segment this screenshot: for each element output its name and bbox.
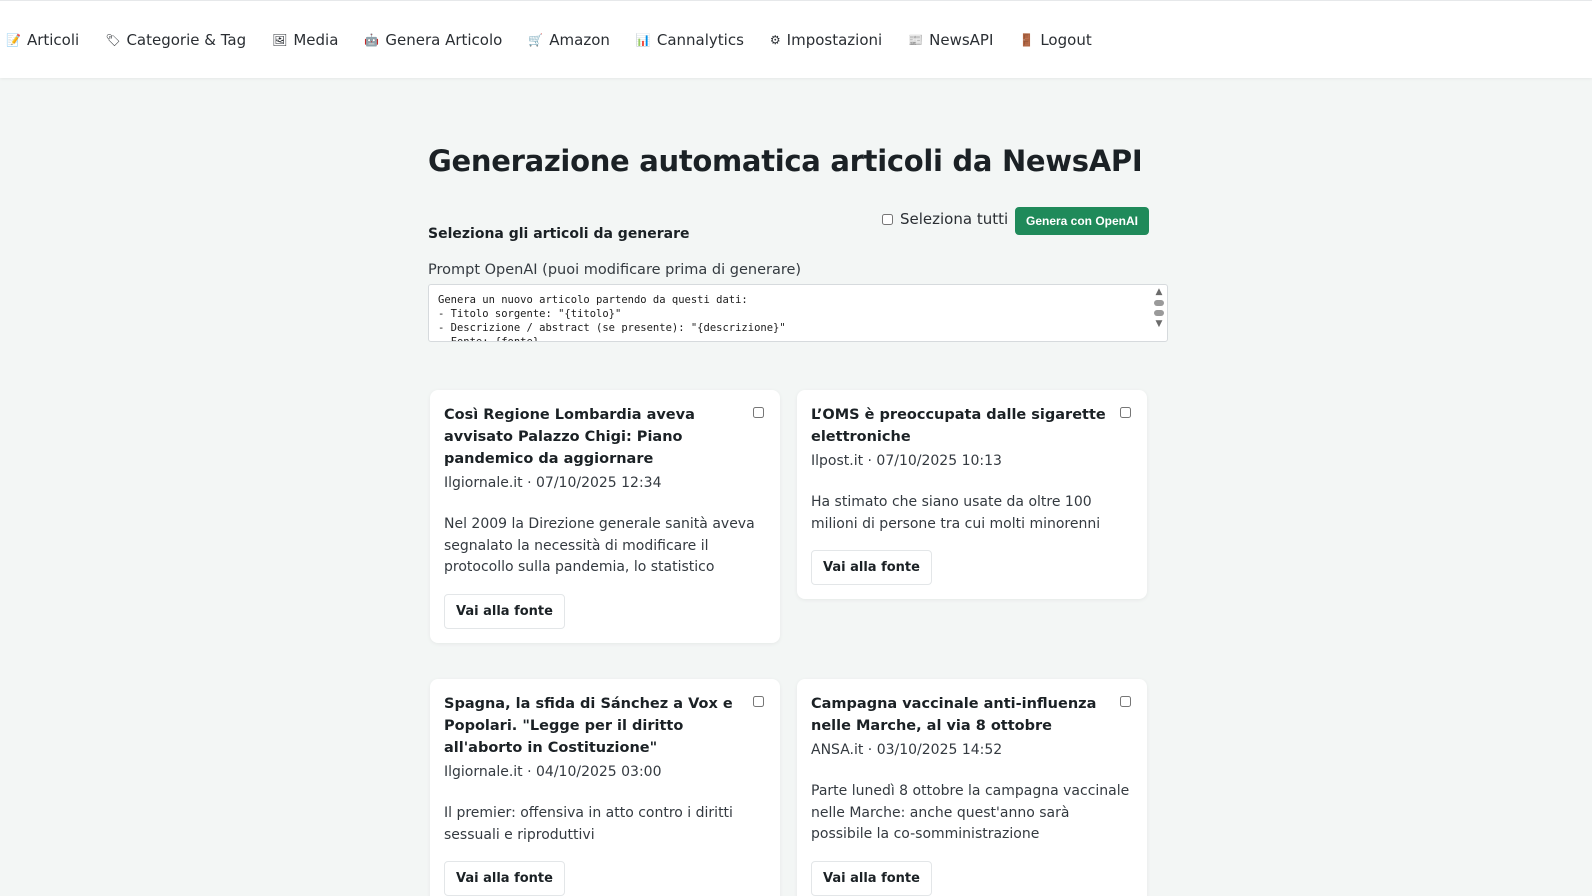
- nav-item-articoli[interactable]: 📝 Articoli: [6, 31, 79, 49]
- prompt-scrollbar[interactable]: ▲ ▼: [1152, 286, 1166, 340]
- nav-item-logout[interactable]: 🚪 Logout: [1019, 31, 1091, 49]
- nav-item-label: Articoli: [26, 30, 80, 49]
- nav-item-label: Impostazioni: [786, 30, 883, 49]
- prompt-textarea[interactable]: Genera un nuovo articolo partendo da que…: [428, 284, 1168, 342]
- newspaper-icon: 📰: [908, 32, 924, 47]
- scroll-up-icon[interactable]: ▲: [1156, 286, 1163, 298]
- article-checkbox[interactable]: [1120, 407, 1131, 418]
- source-link-button[interactable]: Vai alla fonte: [811, 550, 932, 585]
- nav-item-genera-articolo[interactable]: 🤖 Genera Articolo: [364, 31, 502, 49]
- top-navigation: 📝 Articoli 🏷 Categorie & Tag 🖼 Media 🤖 G…: [0, 0, 1592, 78]
- prompt-label: Prompt OpenAI (puoi modificare prima di …: [428, 262, 802, 278]
- door-icon: 🚪: [1019, 32, 1035, 47]
- chart-icon: 📊: [635, 32, 651, 47]
- nav-item-label: NewsAPI: [929, 30, 994, 49]
- nav-item-cannalytics[interactable]: 📊 Cannalytics: [636, 31, 744, 49]
- article-title: Spagna, la sfida di Sánchez a Vox e Popo…: [444, 696, 733, 756]
- select-all-control[interactable]: Seleziona tutti: [882, 210, 1008, 228]
- nav-item-impostazioni[interactable]: ⚙ Impostazioni: [770, 31, 882, 49]
- nav-item-media[interactable]: 🖼 Media: [272, 31, 338, 49]
- nav-item-label: Logout: [1040, 30, 1092, 49]
- nav-item-newsapi[interactable]: 📰 NewsAPI: [908, 31, 993, 49]
- tag-icon: 🏷: [105, 32, 121, 47]
- select-all-label: Seleziona tutti: [900, 210, 1009, 228]
- article-description: Parte lunedì 8 ottobre la campagna vacci…: [811, 783, 1130, 842]
- article-meta: ANSA.it · 03/10/2025 14:52: [811, 742, 1003, 758]
- article-title: Campagna vaccinale anti-influenza nelle …: [811, 696, 1097, 734]
- article-checkbox[interactable]: [753, 407, 764, 418]
- article-card: Così Regione Lombardia aveva avvisato Pa…: [430, 390, 780, 643]
- nav-item-label: Cannalytics: [656, 30, 744, 49]
- nav-item-categorie-tag[interactable]: 🏷 Categorie & Tag: [105, 31, 246, 49]
- nav-item-label: Categorie & Tag: [126, 30, 247, 49]
- article-description: Ha stimato che siano usate da oltre 100 …: [811, 494, 1101, 532]
- article-card: Campagna vaccinale anti-influenza nelle …: [797, 679, 1147, 896]
- gear-icon: ⚙: [769, 32, 781, 47]
- nav-item-label: Media: [293, 30, 339, 49]
- select-all-checkbox[interactable]: [882, 213, 893, 225]
- document-icon: 📝: [6, 32, 21, 47]
- article-meta: Ilgiornale.it · 07/10/2025 12:34: [444, 475, 662, 491]
- image-icon: 🖼: [272, 32, 288, 47]
- article-checkbox[interactable]: [1120, 696, 1131, 707]
- generate-openai-button[interactable]: Genera con OpenAI: [1015, 207, 1149, 235]
- robot-icon: 🤖: [364, 32, 380, 47]
- page-title: Generazione automatica articoli da NewsA…: [428, 144, 1143, 178]
- article-checkbox[interactable]: [753, 696, 764, 707]
- nav-item-amazon[interactable]: 🛒 Amazon: [528, 31, 610, 49]
- article-title: Così Regione Lombardia aveva avvisato Pa…: [444, 407, 695, 467]
- scroll-thumb[interactable]: [1154, 300, 1164, 306]
- article-meta: Ilgiornale.it · 04/10/2025 03:00: [444, 764, 662, 780]
- nav-item-label: Amazon: [549, 30, 610, 49]
- source-link-button[interactable]: Vai alla fonte: [444, 593, 565, 629]
- article-card: Spagna, la sfida di Sánchez a Vox e Popo…: [430, 679, 780, 896]
- scroll-thumb-lower[interactable]: [1154, 310, 1164, 316]
- article-card: L’OMS è preoccupata dalle sigarette elet…: [797, 390, 1147, 599]
- cart-icon: 🛒: [528, 32, 544, 47]
- scroll-down-icon[interactable]: ▼: [1156, 318, 1163, 330]
- nav-item-label: Genera Articolo: [385, 30, 503, 49]
- article-description: Il premier: offensiva in atto contro i d…: [444, 805, 733, 843]
- source-link-button[interactable]: Vai alla fonte: [811, 860, 932, 896]
- source-link-button[interactable]: Vai alla fonte: [444, 861, 565, 896]
- article-title: L’OMS è preoccupata dalle sigarette elet…: [811, 407, 1106, 445]
- article-description: Nel 2009 la Direzione generale sanità av…: [444, 516, 755, 575]
- select-articles-label: Seleziona gli articoli da generare: [428, 226, 690, 242]
- article-meta: Ilpost.it · 07/10/2025 10:13: [811, 453, 1002, 469]
